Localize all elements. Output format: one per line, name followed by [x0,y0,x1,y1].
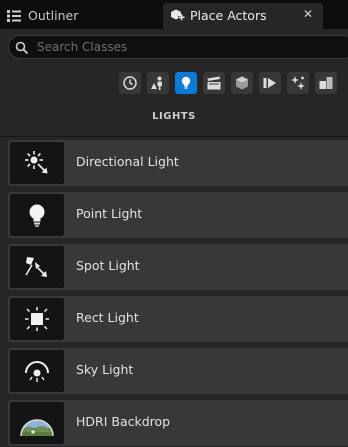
category-geometry[interactable] [315,72,337,94]
item-label: HDRI Backdrop [76,414,171,429]
tab-bar: Outliner Place Actors ✕ [0,0,348,29]
search-icon [15,40,29,59]
item-thumbnail [10,142,64,184]
category-all-classes[interactable] [287,72,309,94]
tab-place-actors[interactable]: Place Actors ✕ [163,3,323,29]
item-thumbnail [10,350,64,392]
outliner-icon [6,9,22,26]
item-label: Point Light [76,206,143,221]
spot-light-icon [25,257,47,277]
point-light-icon [29,204,45,227]
list-item-directional-light[interactable]: Directional Light [8,140,348,186]
place-actors-icon [169,8,185,27]
rect-light-icon [25,307,49,331]
cube-icon [236,76,248,90]
category-lights[interactable] [175,72,197,94]
place-actors-panel: LIGHTS Directional Light [0,29,348,447]
list-item-spot-light[interactable]: Spot Light [8,244,348,290]
clapperboard-icon [207,76,221,90]
category-basic[interactable] [147,72,169,94]
category-bar [0,72,348,98]
list-item-point-light[interactable]: Point Light [8,192,348,238]
item-label: Spot Light [76,258,140,273]
item-label: Directional Light [76,154,179,169]
category-recently-placed[interactable] [119,72,141,94]
boxes-icon [319,77,333,89]
category-volumes[interactable] [259,72,281,94]
item-label: Sky Light [76,362,134,377]
directional-light-icon [25,151,48,174]
search-box [8,35,348,59]
category-cinematic[interactable] [203,72,225,94]
category-visual-effects[interactable] [231,72,253,94]
volume-icon [263,78,276,88]
search-input[interactable] [37,38,337,56]
item-thumbnail [10,246,64,288]
list-item-hdri-backdrop[interactable]: HDRI Backdrop [8,400,348,446]
hdri-backdrop-icon [20,419,54,437]
divider [0,136,348,137]
close-icon[interactable]: ✕ [303,7,313,21]
sky-light-icon [25,361,49,382]
list-item-sky-light[interactable]: Sky Light [8,348,348,394]
item-thumbnail [10,402,64,444]
sparkle-icon [291,76,305,90]
tab-place-actors-label: Place Actors [190,8,267,23]
tab-outliner-label: Outliner [28,8,79,23]
list-item-rect-light[interactable]: Rect Light [8,296,348,342]
item-thumbnail [10,298,64,340]
clock-icon [123,76,137,90]
shapes-person-icon [151,76,162,90]
lightbulb-icon [181,76,191,89]
item-thumbnail [10,194,64,236]
section-title: LIGHTS [152,111,196,122]
tab-outliner[interactable]: Outliner [0,3,158,29]
item-label: Rect Light [76,310,139,325]
